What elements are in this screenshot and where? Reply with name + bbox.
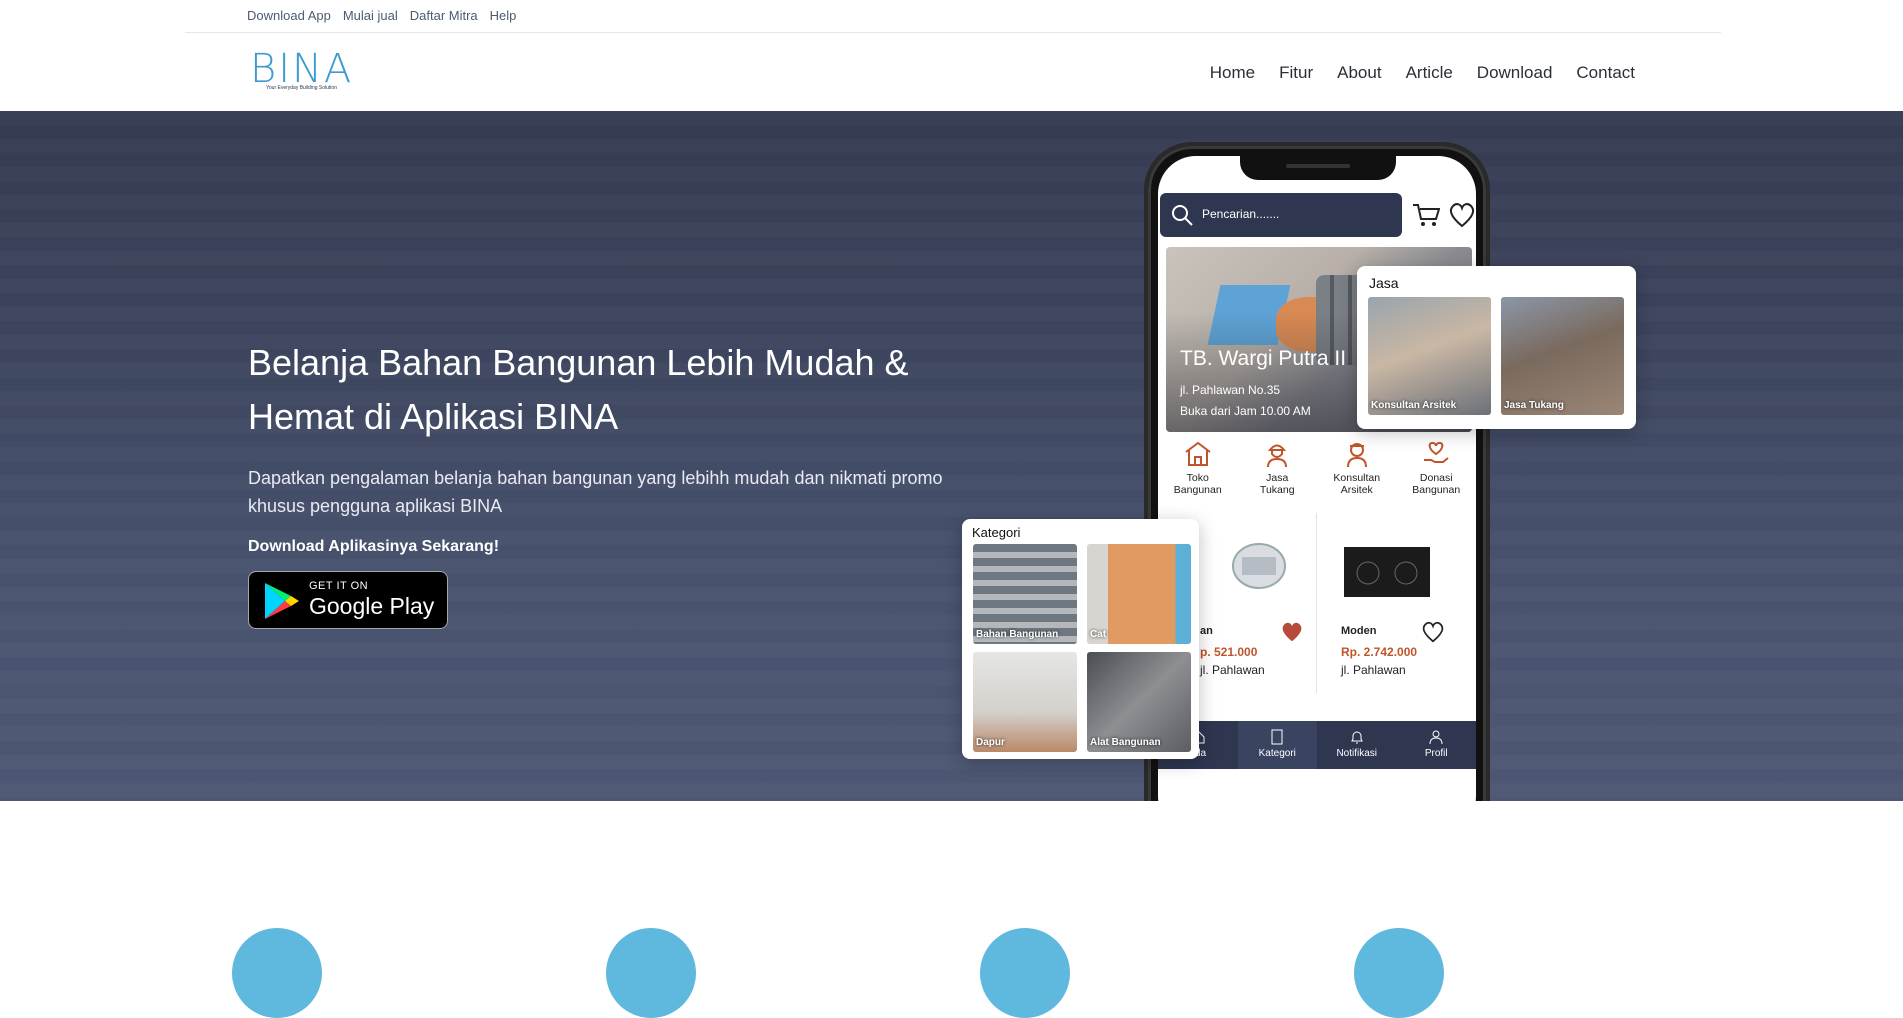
jasa-tile-jasa-tukang[interactable]: Jasa Tukang <box>1501 297 1624 415</box>
bottom-nav-profil[interactable]: Profil <box>1397 721 1477 769</box>
nav-about[interactable]: About <box>1337 63 1381 83</box>
google-play-button[interactable]: GET IT ON Google Play <box>248 571 448 629</box>
main-nav: Home Fitur About Article Download Contac… <box>1210 63 1635 83</box>
search-icon <box>1172 205 1193 226</box>
product-image <box>1232 543 1286 589</box>
utility-links: Download App Mulai jual Daftar Mitra Hel… <box>247 8 516 23</box>
book-icon <box>1271 729 1283 745</box>
google-play-icon <box>265 583 299 619</box>
google-play-big-text: Google Play <box>309 593 435 619</box>
nav-contact[interactable]: Contact <box>1576 63 1635 83</box>
product-price: Rp. 2.742.000 <box>1341 645 1418 659</box>
hero-title: Belanja Bahan Bangunan Lebih Mudah & Hem… <box>248 342 909 437</box>
mulai-jual-link[interactable]: Mulai jual <box>343 8 398 23</box>
product-card[interactable]: Moden Rp. 2.742.000 jl. Pahlawan <box>1316 513 1456 693</box>
app-search-bar[interactable]: Pencarian....... <box>1160 193 1402 237</box>
product-price: p. 521.000 <box>1200 645 1258 659</box>
feature-icon-circle <box>980 928 1070 1018</box>
logo-wordmark: BINA <box>250 46 354 92</box>
kategori-tile-alat-bangunan[interactable]: Alat Bangunan <box>1087 652 1191 752</box>
nav-download[interactable]: Download <box>1477 63 1553 83</box>
download-cta-text: Download Aplikasinya Sekarang! <box>248 538 500 555</box>
category-toko-bangunan[interactable]: Toko Bangunan <box>1158 440 1238 506</box>
bell-icon <box>1350 731 1363 744</box>
daftar-mitra-link[interactable]: Daftar Mitra <box>410 8 478 23</box>
cart-icon[interactable] <box>1412 202 1440 228</box>
product-name: an <box>1200 625 1213 637</box>
hero-section: Belanja Bahan Bangunan Lebih Mudah & Hem… <box>0 111 1903 801</box>
bottom-nav-kategori[interactable]: Kategori <box>1237 721 1317 769</box>
google-play-small-text: GET IT ON <box>309 580 369 592</box>
bottom-nav-notifikasi[interactable]: Notifikasi <box>1317 721 1397 769</box>
phone-screen: Pencarian....... TB. Wargi Putra II jl. … <box>1158 156 1476 801</box>
nav-fitur[interactable]: Fitur <box>1279 63 1313 83</box>
category-konsultan-arsitek[interactable]: Konsultan Arsitek <box>1317 440 1397 506</box>
category-shortcuts: Toko Bangunan Jasa Tukang Konsultan Arsitek… <box>1158 440 1476 506</box>
banner-hours: Buka dari Jam 10.00 AM <box>1180 404 1311 418</box>
wishlist-heart-icon[interactable] <box>1448 202 1476 228</box>
jasa-card-title: Jasa <box>1369 275 1399 291</box>
phone-notch <box>1240 156 1396 180</box>
feature-icon-circle <box>1354 928 1444 1018</box>
kategori-tile-bahan-bangunan[interactable]: Bahan Bangunan <box>973 544 1077 644</box>
worker-icon <box>1267 444 1288 468</box>
jasa-card: Jasa Konsultan Arsitek Jasa Tukang <box>1357 266 1636 429</box>
feature-icon-circle <box>232 928 322 1018</box>
download-app-link[interactable]: Download App <box>247 8 331 23</box>
kategori-tile-dapur[interactable]: Dapur <box>973 652 1077 752</box>
help-link[interactable]: Help <box>490 8 517 23</box>
architect-icon <box>1346 443 1367 468</box>
banner-store-name: TB. Wargi Putra II <box>1180 347 1347 370</box>
search-placeholder: Pencarian....... <box>1202 207 1280 221</box>
feature-icon-circle <box>606 928 696 1018</box>
top-utility-bar: Download App Mulai jual Daftar Mitra Hel… <box>185 0 1721 33</box>
category-jasa-tukang[interactable]: Jasa Tukang <box>1238 440 1318 506</box>
bina-logo[interactable]: BINA Your Everyday Building Solution <box>250 49 360 93</box>
product-name: Moden <box>1341 625 1377 637</box>
kategori-card: Kategori Bahan Bangunan Cat Dapur Alat B… <box>962 519 1199 759</box>
kategori-tile-cat[interactable]: Cat <box>1087 544 1191 644</box>
logo-tagline: Your Everyday Building Solution <box>266 85 337 91</box>
product-location: jl. Pahlawan <box>1200 663 1265 677</box>
nav-article[interactable]: Article <box>1406 63 1453 83</box>
kategori-card-title: Kategori <box>972 525 1021 540</box>
favorite-filled-icon[interactable] <box>1280 621 1304 643</box>
app-bottom-nav: nda Kategori Notifikasi Profil <box>1158 721 1476 769</box>
product-location: jl. Pahlawan <box>1341 663 1406 677</box>
nav-home[interactable]: Home <box>1210 63 1255 83</box>
favorite-outline-icon[interactable] <box>1421 621 1445 643</box>
hero-subtitle: Dapatkan pengalaman belanja bahan bangun… <box>248 468 943 516</box>
jasa-tile-konsultan-arsitek[interactable]: Konsultan Arsitek <box>1368 297 1491 415</box>
main-header: BINA Your Everyday Building Solution Hom… <box>0 33 1903 111</box>
user-icon <box>1429 730 1443 745</box>
store-icon <box>1185 441 1211 466</box>
category-donasi-bangunan[interactable]: Donasi Bangunan <box>1397 440 1477 506</box>
donation-hand-icon <box>1424 441 1449 463</box>
banner-address: jl. Pahlawan No.35 <box>1180 383 1281 397</box>
product-image <box>1344 547 1430 597</box>
